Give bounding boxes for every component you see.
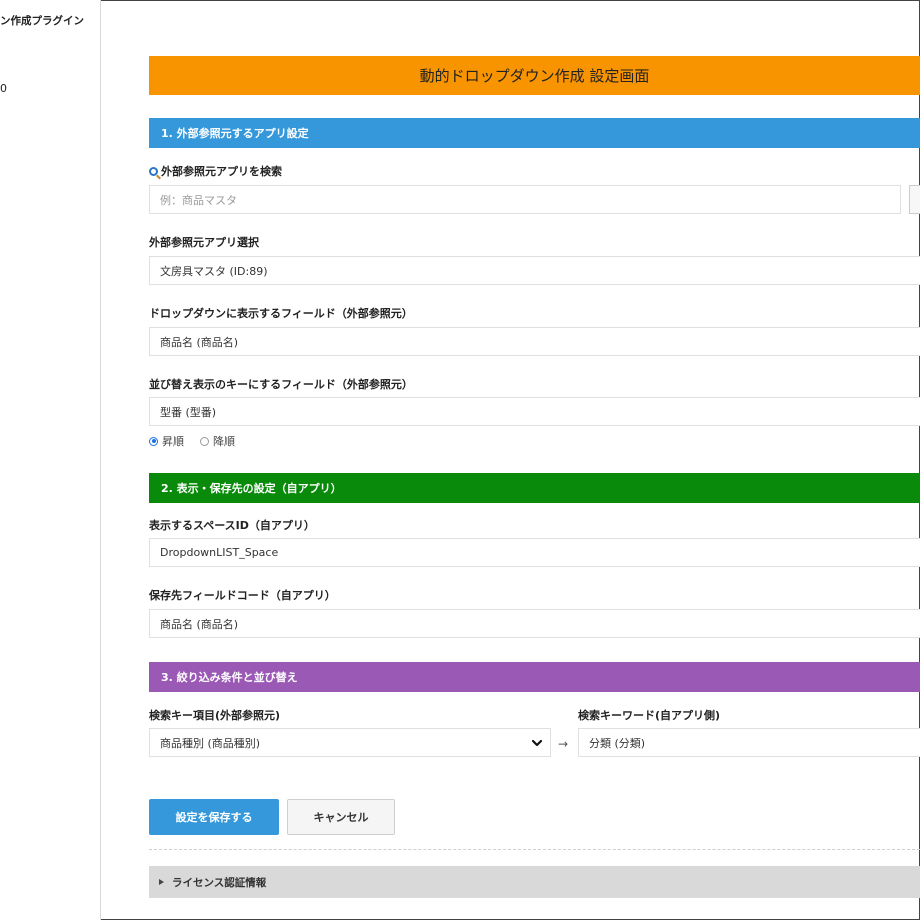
sort-asc-label[interactable]: 昇順 [162,433,184,449]
search-key-select[interactable]: 商品種別 (商品種別) [149,728,551,757]
sort-field-label: 並び替え表示のキーにするフィールド（外部参照元） [149,378,413,391]
display-field-select[interactable]: 商品名 (商品名) [149,327,920,356]
sidebar-plugin-title[interactable]: ン作成プラグイン [0,13,84,28]
sort-desc-radio[interactable] [200,436,209,446]
save-settings-button[interactable]: 設定を保存する [149,799,279,835]
sidebar: ン作成プラグイン 0 [0,0,101,920]
app-select-value: 文房具マスタ (ID:89) [160,264,268,278]
display-field-label: ドロップダウンに表示するフィールド（外部参照元） [149,307,413,320]
app-search-placeholder: 例：商品マスタ [160,193,237,207]
section-header-display-save: 2. 表示・保存先の設定（自アプリ） [149,473,920,503]
search-icon [149,167,158,176]
search-app-label-text: 外部参照元アプリを検索 [161,165,282,178]
settings-main: 動的ドロップダウン作成 設定画面 1. 外部参照元するアプリ設定 外部参照元アプ… [149,0,920,920]
section-header-app-settings: 1. 外部参照元するアプリ設定 [149,118,920,148]
save-field-select[interactable]: 商品名 (商品名) [149,609,920,638]
sort-desc-label[interactable]: 降順 [213,433,235,449]
search-keyword-select[interactable]: 分類 (分類) [578,728,920,757]
divider [149,849,920,850]
app-select-field[interactable]: 文房具マスタ (ID:89) [149,256,920,285]
sort-field-select[interactable]: 型番 (型番) [149,397,920,426]
chevron-down-icon [531,739,543,747]
sort-field-value: 型番 (型番) [160,405,217,419]
license-info-label: ライセンス認証情報 [172,876,267,889]
license-info-toggle[interactable]: ライセンス認証情報 [149,866,920,898]
save-field-value: 商品名 (商品名) [160,617,239,631]
app-select-label: 外部参照元アプリ選択 [149,236,259,249]
space-id-label: 表示するスペースID（自アプリ） [149,519,315,532]
section-header-filter-sort: 3. 絞り込み条件と並び替え [149,662,920,692]
search-keyword-value: 分類 (分類) [589,736,646,750]
page-title: 動的ドロップダウン作成 設定画面 [149,56,920,95]
search-button[interactable] [909,185,920,214]
sort-order-group: 昇順 降順 [149,433,235,449]
display-field-value: 商品名 (商品名) [160,335,239,349]
arrow-icon: → [558,737,569,751]
search-keyword-label: 検索キーワード(自アプリ側) [578,709,721,722]
triangle-right-icon [159,879,164,885]
app-search-input[interactable]: 例：商品マスタ [149,185,901,214]
search-app-label: 外部参照元アプリを検索 [149,163,282,179]
space-id-value: DropdownLIST_Space [160,546,279,559]
cancel-button[interactable]: キャンセル [287,799,395,835]
sort-asc-radio[interactable] [149,436,158,446]
sidebar-value: 0 [0,82,7,95]
search-key-label: 検索キー項目(外部参照元) [149,709,281,722]
save-field-label: 保存先フィールドコード（自アプリ） [149,589,336,602]
space-id-field[interactable]: DropdownLIST_Space [149,538,920,567]
search-key-value: 商品種別 (商品種別) [160,736,261,750]
